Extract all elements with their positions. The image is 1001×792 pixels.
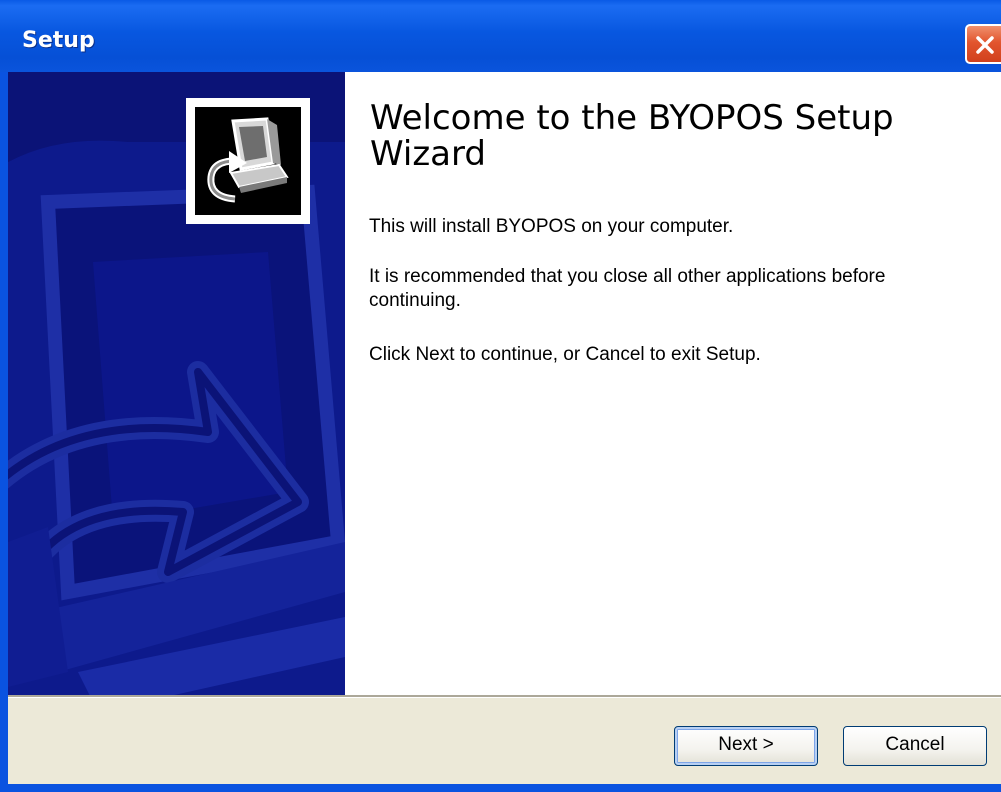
close-apps-recommendation: It is recommended that you close all oth…	[369, 266, 886, 311]
installer-logo-frame	[186, 98, 310, 224]
continue-instructions: Click Next to continue, or Cancel to exi…	[369, 344, 761, 365]
title-bar[interactable]: Setup	[0, 0, 1001, 72]
setup-window: Setup Welcome to the BYOPOS Setup Wizard…	[0, 0, 1001, 792]
installer-logo-background	[195, 107, 301, 215]
wizard-heading: Welcome to the BYOPOS Setup Wizard	[370, 98, 894, 174]
wizard-button-bar: Next > Cancel	[8, 698, 1001, 784]
cancel-button[interactable]: Cancel	[843, 726, 987, 766]
wizard-content: Welcome to the BYOPOS Setup Wizard This …	[345, 72, 1001, 695]
wizard-banner-image	[8, 72, 345, 695]
install-description: This will install BYOPOS on your compute…	[369, 216, 734, 237]
window-frame-left	[0, 72, 8, 784]
computer-install-icon	[207, 117, 289, 203]
wizard-client-area: Welcome to the BYOPOS Setup Wizard This …	[8, 72, 1001, 784]
close-icon	[976, 36, 994, 54]
close-button[interactable]	[965, 24, 1001, 64]
window-frame-bottom	[0, 784, 1001, 792]
next-button[interactable]: Next >	[674, 726, 818, 766]
window-title: Setup	[22, 28, 95, 53]
